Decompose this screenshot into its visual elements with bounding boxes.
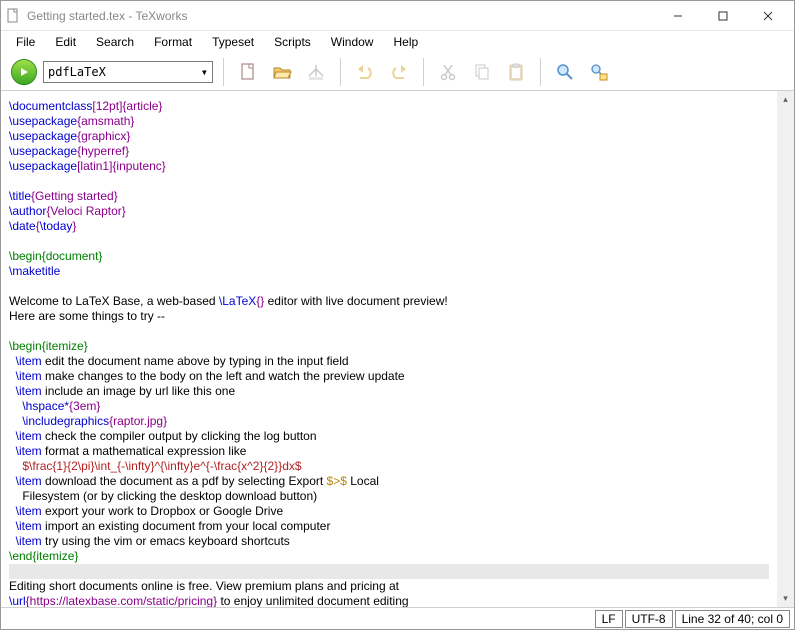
scroll-track[interactable]	[777, 108, 794, 590]
menu-typeset[interactable]: Typeset	[203, 33, 263, 51]
window-title: Getting started.tex - TeXworks	[27, 9, 655, 23]
open-button[interactable]	[268, 58, 296, 86]
status-encoding[interactable]: UTF-8	[625, 610, 673, 628]
status-line-ending[interactable]: LF	[595, 610, 623, 628]
undo-button[interactable]	[351, 58, 379, 86]
separator	[340, 58, 341, 86]
copy-button[interactable]	[468, 58, 496, 86]
status-cursor-position: Line 32 of 40; col 0	[675, 610, 790, 628]
document-icon	[5, 8, 21, 24]
editor-area: \documentclass[12pt]{article} \usepackag…	[1, 91, 794, 607]
format-select-value: pdfLaTeX	[48, 65, 106, 79]
search-button[interactable]	[551, 58, 579, 86]
vertical-scrollbar[interactable]: ▴ ▾	[777, 91, 794, 607]
minimize-button[interactable]	[655, 1, 700, 30]
code-editor[interactable]: \documentclass[12pt]{article} \usepackag…	[1, 91, 777, 607]
cut-button[interactable]	[434, 58, 462, 86]
separator	[223, 58, 224, 86]
replace-button[interactable]	[585, 58, 613, 86]
separator	[423, 58, 424, 86]
chevron-down-icon: ▾	[201, 65, 208, 79]
paste-button[interactable]	[502, 58, 530, 86]
menu-format[interactable]: Format	[145, 33, 201, 51]
status-bar: LF UTF-8 Line 32 of 40; col 0	[1, 607, 794, 629]
separator	[540, 58, 541, 86]
menu-window[interactable]: Window	[322, 33, 383, 51]
typeset-button[interactable]	[11, 59, 37, 85]
menu-bar: File Edit Search Format Typeset Scripts …	[1, 31, 794, 53]
maximize-button[interactable]	[700, 1, 745, 30]
save-button[interactable]	[302, 58, 330, 86]
menu-file[interactable]: File	[7, 33, 44, 51]
menu-help[interactable]: Help	[384, 33, 427, 51]
format-select[interactable]: pdfLaTeX ▾	[43, 61, 213, 83]
menu-edit[interactable]: Edit	[46, 33, 85, 51]
toolbar: pdfLaTeX ▾	[1, 53, 794, 91]
close-button[interactable]	[745, 1, 790, 30]
menu-search[interactable]: Search	[87, 33, 143, 51]
new-button[interactable]	[234, 58, 262, 86]
title-bar: Getting started.tex - TeXworks	[1, 1, 794, 31]
menu-scripts[interactable]: Scripts	[265, 33, 320, 51]
scroll-up-icon[interactable]: ▴	[777, 91, 794, 108]
scroll-down-icon[interactable]: ▾	[777, 590, 794, 607]
redo-button[interactable]	[385, 58, 413, 86]
